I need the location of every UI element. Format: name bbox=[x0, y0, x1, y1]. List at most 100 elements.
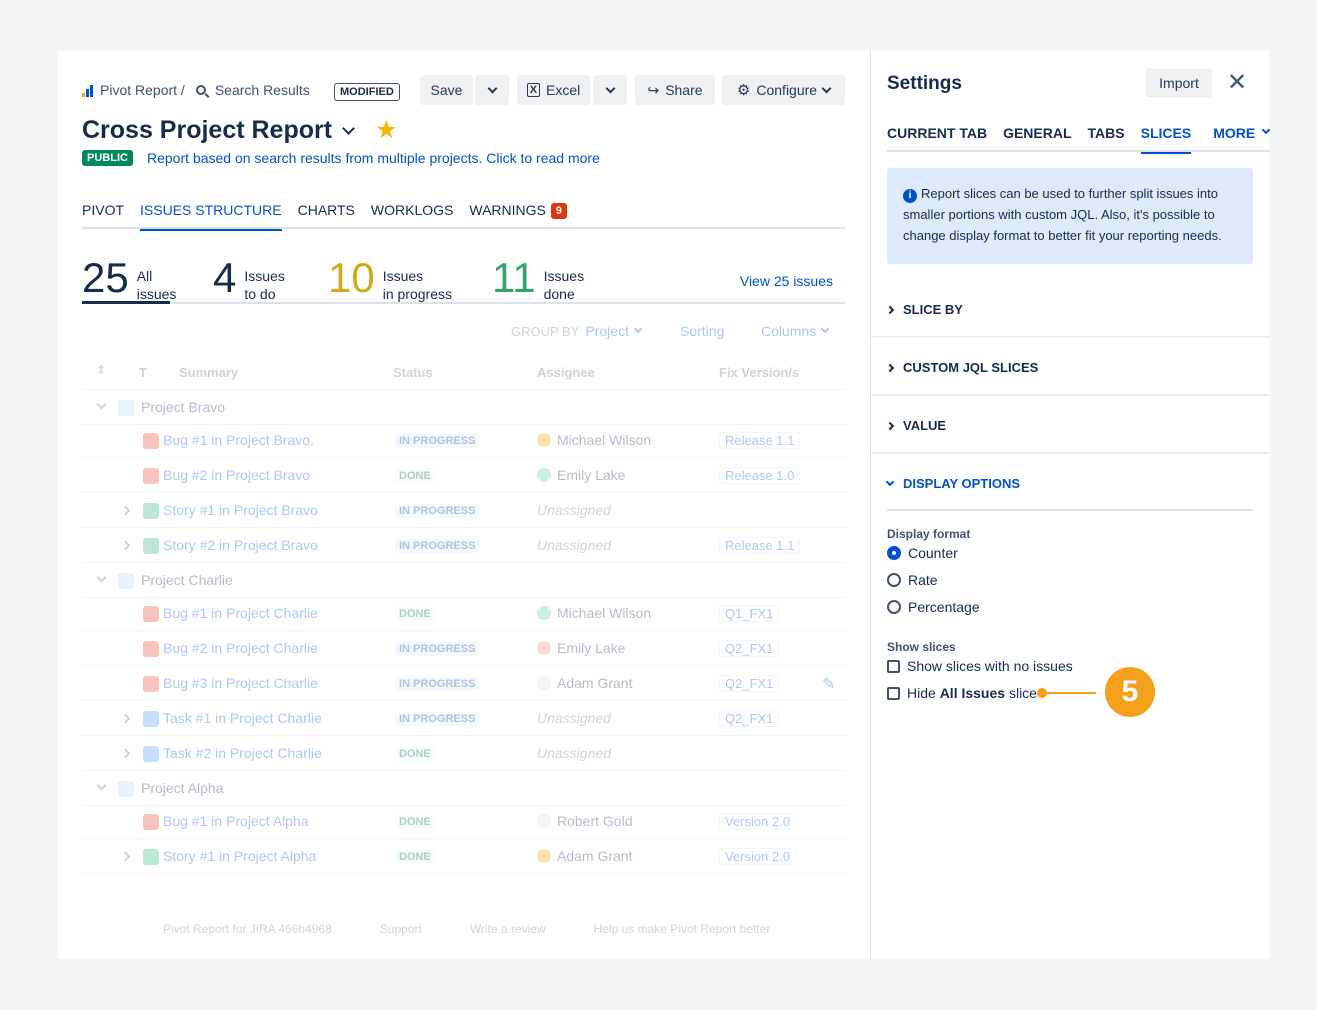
fix-version-badge[interactable]: Release 1.1 bbox=[719, 432, 801, 449]
issue-summary-link[interactable]: Task #2 in Project Charlie bbox=[163, 745, 322, 761]
issue-summary-link[interactable]: Story #1 in Project Bravo bbox=[163, 502, 318, 518]
project-group-row[interactable]: Project Charlie bbox=[82, 563, 845, 598]
excel-button[interactable]: X Excel bbox=[517, 75, 590, 105]
chevron-right-icon[interactable] bbox=[120, 851, 131, 862]
edit-icon[interactable]: ✎ bbox=[822, 674, 835, 694]
fix-version-badge[interactable]: Q2_FX1 bbox=[719, 640, 780, 657]
table-row[interactable]: Story #2 in Project Bravo IN PROGRESS Unas… bbox=[82, 528, 845, 563]
fix-version-badge[interactable]: Q2_FX1 bbox=[719, 675, 780, 692]
fix-version-badge[interactable]: Version 2.0 bbox=[719, 848, 797, 865]
project-name[interactable]: Project Charlie bbox=[141, 572, 233, 588]
fix-version-badge[interactable]: Q2_FX1 bbox=[719, 710, 780, 727]
table-row[interactable]: Story #1 in Project Bravo IN PROGRESS Unas… bbox=[82, 493, 845, 528]
chevron-right-icon[interactable] bbox=[120, 505, 131, 516]
issue-summary-link[interactable]: Bug #2 in Project Bravo bbox=[163, 467, 310, 483]
issue-summary-link[interactable]: Story #2 in Project Bravo bbox=[163, 537, 318, 553]
tab-worklogs[interactable]: WORKLOGS bbox=[371, 200, 453, 229]
stat-done[interactable]: 11 Issues done bbox=[492, 257, 584, 303]
tab-current-tab[interactable]: CURRENT TAB bbox=[887, 125, 987, 152]
col-type[interactable]: T bbox=[139, 365, 147, 380]
fix-version-badge[interactable]: Release 1.0 bbox=[719, 467, 801, 484]
save-dropdown-button[interactable] bbox=[475, 75, 509, 105]
tab-charts[interactable]: CHARTS bbox=[298, 200, 355, 229]
tab-warnings[interactable]: WARNINGS 9 bbox=[469, 200, 567, 229]
chevron-down-icon[interactable] bbox=[96, 780, 107, 791]
excel-dropdown-button[interactable] bbox=[593, 75, 627, 105]
issue-summary-link[interactable]: Bug #3 in Project Charlie bbox=[163, 675, 318, 691]
issue-summary-link[interactable]: Bug #1 in Project Charlie bbox=[163, 605, 318, 621]
table-row[interactable]: Task #2 in Project Charlie DONE Unassigned bbox=[82, 736, 845, 771]
stat-all[interactable]: 25 All issues bbox=[82, 257, 176, 303]
assignee[interactable]: Emily Lake bbox=[537, 467, 625, 483]
col-fix-version[interactable]: Fix Version/s bbox=[719, 365, 799, 380]
project-group-row[interactable]: Project Alpha bbox=[82, 771, 845, 806]
section-custom-jql-slices[interactable]: CUSTOM JQL SLICES bbox=[871, 338, 1270, 396]
table-row[interactable]: Bug #2 in Project Bravo DONE Emily Lake Rel… bbox=[82, 458, 845, 493]
close-icon[interactable]: ✕ bbox=[1227, 71, 1247, 95]
chevron-right-icon[interactable] bbox=[120, 748, 131, 759]
project-name[interactable]: Project Bravo bbox=[141, 399, 225, 415]
table-row[interactable]: Bug #1 in Project Bravo. IN PROGRESS Micha… bbox=[82, 423, 845, 458]
chevron-right-icon[interactable] bbox=[120, 713, 131, 724]
view-all-issues-link[interactable]: View 25 issues bbox=[740, 273, 833, 289]
assignee[interactable]: Michael Wilson bbox=[537, 432, 651, 448]
star-icon[interactable]: ★ bbox=[375, 115, 397, 145]
chevron-right-icon[interactable] bbox=[120, 540, 131, 551]
issue-summary-link[interactable]: Bug #1 in Project Bravo. bbox=[163, 432, 314, 448]
configure-button[interactable]: ⚙ Configure bbox=[722, 75, 845, 105]
tab-pivot[interactable]: PIVOT bbox=[82, 200, 124, 229]
breadcrumb-app[interactable]: Pivot Report / bbox=[100, 82, 185, 98]
fix-version-badge[interactable]: Version 2.0 bbox=[719, 813, 797, 830]
tab-tabs[interactable]: TABS bbox=[1088, 125, 1125, 152]
fix-version-badge[interactable]: Release 1.1 bbox=[719, 537, 801, 554]
radio-percentage[interactable]: Percentage bbox=[887, 599, 980, 615]
table-row[interactable]: Task #1 in Project Charlie IN PROGRESS Una… bbox=[82, 701, 845, 736]
breadcrumb-page[interactable]: Search Results bbox=[215, 82, 310, 98]
radio-rate[interactable]: Rate bbox=[887, 572, 938, 588]
footer-support-link[interactable]: Support bbox=[380, 922, 422, 936]
report-description-link[interactable]: Report based on search results from mult… bbox=[147, 150, 600, 166]
assignee[interactable]: Emily Lake bbox=[537, 640, 625, 656]
footer-feedback-link[interactable]: Help us make Pivot Report better bbox=[594, 922, 771, 936]
table-row[interactable]: Story #1 in Project Alpha DONE Adam Grant V… bbox=[82, 839, 845, 874]
sort-icon[interactable]: ⇕ bbox=[96, 363, 106, 377]
assignee[interactable]: Adam Grant bbox=[537, 675, 632, 691]
col-summary[interactable]: Summary bbox=[179, 365, 238, 380]
col-assignee[interactable]: Assignee bbox=[537, 365, 595, 380]
hide-all-issues-checkbox[interactable]: Hide All Issues slice bbox=[887, 685, 1037, 701]
fix-version-badge[interactable]: Q1_FX1 bbox=[719, 605, 780, 622]
import-button[interactable]: Import bbox=[1146, 68, 1212, 98]
columns-button[interactable]: Columns bbox=[761, 323, 830, 339]
tab-general[interactable]: GENERAL bbox=[1003, 125, 1071, 152]
section-value[interactable]: VALUE bbox=[871, 396, 1270, 454]
stat-in-progress[interactable]: 10 Issues in progress bbox=[328, 257, 452, 303]
table-row[interactable]: Bug #2 in Project Charlie IN PROGRESS Emil… bbox=[82, 631, 845, 666]
assignee[interactable]: Michael Wilson bbox=[537, 605, 651, 621]
table-row[interactable]: Bug #3 in Project Charlie IN PROGRESS Adam… bbox=[82, 666, 845, 701]
issue-summary-link[interactable]: Task #1 in Project Charlie bbox=[163, 710, 322, 726]
chevron-down-icon[interactable] bbox=[96, 572, 107, 583]
project-name[interactable]: Project Alpha bbox=[141, 780, 224, 796]
chevron-down-icon[interactable] bbox=[96, 399, 107, 410]
issue-summary-link[interactable]: Story #1 in Project Alpha bbox=[163, 848, 316, 864]
assignee[interactable]: Adam Grant bbox=[537, 848, 632, 864]
tab-issues-structure[interactable]: ISSUES STRUCTURE bbox=[140, 200, 282, 231]
table-row[interactable]: Bug #1 in Project Charlie DONE Michael Wil… bbox=[82, 596, 845, 631]
table-row[interactable]: Bug #1 in Project Alpha DONE Robert Gold Ve… bbox=[82, 804, 845, 839]
report-title[interactable]: Cross Project Report ★ bbox=[82, 115, 397, 145]
tab-more[interactable]: MORE bbox=[1213, 125, 1271, 152]
section-display-options[interactable]: DISPLAY OPTIONS bbox=[871, 454, 1270, 512]
issue-summary-link[interactable]: Bug #2 in Project Charlie bbox=[163, 640, 318, 656]
col-status[interactable]: Status bbox=[393, 365, 433, 380]
section-slice-by[interactable]: SLICE BY bbox=[871, 280, 1270, 338]
footer-review-link[interactable]: Write a review bbox=[470, 922, 546, 936]
save-button[interactable]: Save bbox=[420, 75, 473, 105]
show-empty-slices-checkbox[interactable]: Show slices with no issues bbox=[887, 658, 1073, 674]
issue-summary-link[interactable]: Bug #1 in Project Alpha bbox=[163, 813, 309, 829]
assignee[interactable]: Robert Gold bbox=[537, 813, 632, 829]
project-group-row[interactable]: Project Bravo bbox=[82, 390, 845, 425]
radio-counter[interactable]: Counter bbox=[887, 545, 958, 561]
group-by-control[interactable]: GROUP BY Project bbox=[511, 323, 643, 339]
stat-todo[interactable]: 4 Issues to do bbox=[213, 257, 285, 303]
share-button[interactable]: ↪ Share bbox=[635, 75, 715, 105]
